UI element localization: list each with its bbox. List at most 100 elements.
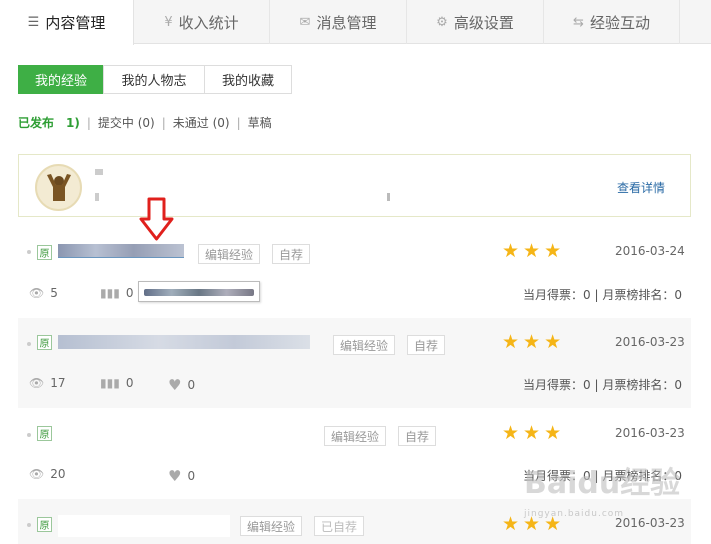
filter-published-count: 1) bbox=[66, 115, 80, 130]
article-title-link[interactable] bbox=[58, 244, 184, 258]
blurred-text bbox=[95, 193, 99, 201]
bar-chart-icon: ▮▮▮ bbox=[100, 286, 120, 300]
star-icon: ★ bbox=[502, 513, 520, 535]
tab-label: 消息管理 bbox=[316, 13, 377, 32]
view-count-value: 17 bbox=[50, 376, 66, 390]
eye-icon: 👁 bbox=[29, 467, 45, 481]
view-count: 👁 20 bbox=[29, 467, 66, 481]
yen-icon: ¥ bbox=[164, 14, 173, 30]
original-badge: 原 bbox=[37, 245, 52, 260]
star-icon: ★ bbox=[544, 331, 562, 353]
mail-icon: ✉ bbox=[299, 14, 311, 30]
list-icon: ☰ bbox=[27, 15, 40, 30]
stat-count: ▮▮▮ 0 bbox=[100, 286, 133, 300]
heart-icon: ♥ bbox=[168, 467, 182, 485]
gear-icon: ⚙ bbox=[436, 14, 448, 30]
self-recommend-button[interactable]: 自荐 bbox=[407, 335, 446, 355]
edit-experience-button[interactable]: 编辑经验 bbox=[198, 244, 261, 264]
rating-stars: ★ ★ ★ bbox=[502, 333, 565, 352]
stat-count: ▮▮▮ 0 bbox=[100, 376, 133, 390]
filter-draft[interactable]: 草稿 bbox=[248, 114, 272, 131]
list-item: 原 编辑经验 自荐 ★ ★ ★ 2016-03-23 👁 17 ▮▮▮ 0 ♥ … bbox=[18, 318, 691, 408]
like-count: ♥ 0 bbox=[168, 376, 195, 394]
down-arrow-icon bbox=[139, 197, 174, 241]
tab-label: 经验互动 bbox=[589, 13, 650, 32]
bar-chart-icon: ▮▮▮ bbox=[100, 376, 120, 390]
view-count-value: 5 bbox=[50, 286, 58, 300]
filter-published[interactable]: 已发布 bbox=[18, 114, 54, 131]
title-tooltip bbox=[138, 281, 260, 302]
publish-date: 2016-03-24 bbox=[615, 244, 685, 258]
star-icon: ★ bbox=[523, 422, 541, 444]
self-recommend-button[interactable]: 自荐 bbox=[398, 426, 437, 446]
top-nav: ☰ 内容管理 ¥ 收入统计 ✉ 消息管理 ⚙ 高级设置 ⇆ 经验互动 bbox=[0, 0, 711, 45]
stat-count-value: 0 bbox=[125, 376, 134, 390]
star-icon: ★ bbox=[502, 331, 520, 353]
original-badge: 原 bbox=[37, 517, 52, 532]
tab-experience-interaction[interactable]: ⇆ 经验互动 bbox=[544, 0, 680, 44]
person-cheer-icon bbox=[46, 173, 71, 201]
baidu-watermark: Baidu经验 jingyan.baidu.com bbox=[524, 469, 680, 529]
heart-icon: ♥ bbox=[168, 376, 182, 394]
filter-rejected[interactable]: 未通过 (0) bbox=[173, 114, 230, 131]
author-card: 查看详情 bbox=[18, 154, 691, 217]
publish-date: 2016-03-23 bbox=[615, 335, 685, 349]
filter-submitting[interactable]: 提交中 (0) bbox=[98, 114, 155, 131]
star-icon: ★ bbox=[523, 331, 541, 353]
tab-content-management[interactable]: ☰ 内容管理 bbox=[0, 0, 134, 45]
tab-advanced-settings[interactable]: ⚙ 高级设置 bbox=[407, 0, 544, 44]
view-count: 👁 5 bbox=[29, 286, 58, 300]
tab-income-stats[interactable]: ¥ 收入统计 bbox=[134, 0, 270, 44]
blurred-name bbox=[95, 169, 103, 175]
subtab-my-favorites[interactable]: 我的收藏 bbox=[204, 65, 292, 94]
bullet bbox=[27, 523, 31, 527]
star-icon: ★ bbox=[523, 240, 541, 262]
subtab-my-experience[interactable]: 我的经验 bbox=[18, 65, 104, 94]
edit-experience-button[interactable]: 编辑经验 bbox=[333, 335, 396, 355]
eye-icon: 👁 bbox=[29, 376, 45, 390]
divider: | bbox=[161, 115, 166, 130]
divider: | bbox=[86, 115, 91, 130]
subtab-my-profile[interactable]: 我的人物志 bbox=[103, 65, 205, 94]
star-icon: ★ bbox=[544, 422, 562, 444]
star-icon: ★ bbox=[502, 422, 520, 444]
eye-icon: 👁 bbox=[29, 286, 45, 300]
edit-experience-button[interactable]: 编辑经验 bbox=[240, 516, 303, 536]
like-count-value: 0 bbox=[187, 469, 196, 483]
view-details-link[interactable]: 查看详情 bbox=[617, 179, 665, 196]
tab-message-management[interactable]: ✉ 消息管理 bbox=[270, 0, 407, 44]
tab-label: 高级设置 bbox=[453, 13, 514, 32]
stat-count-value: 0 bbox=[125, 286, 134, 300]
star-icon: ★ bbox=[544, 240, 562, 262]
article-title-link[interactable] bbox=[58, 515, 230, 537]
watermark-url: jingyan.baidu.com bbox=[524, 509, 625, 519]
like-count-value: 0 bbox=[187, 378, 196, 392]
sub-tabs: 我的经验 我的人物志 我的收藏 bbox=[18, 65, 292, 94]
watermark-logo: Baidu经验 bbox=[524, 466, 681, 501]
view-count-value: 20 bbox=[50, 467, 66, 481]
self-recommend-button[interactable]: 自荐 bbox=[272, 244, 311, 264]
status-filters: 已发布 1) | 提交中 (0) | 未通过 (0) | 草稿 bbox=[18, 114, 272, 131]
blurred-tooltip-text bbox=[144, 289, 254, 296]
original-badge: 原 bbox=[37, 426, 52, 441]
bullet bbox=[27, 250, 31, 254]
bullet bbox=[27, 342, 31, 346]
tab-label: 收入统计 bbox=[178, 13, 239, 32]
blurred-text bbox=[387, 193, 390, 201]
publish-date: 2016-03-23 bbox=[615, 426, 685, 440]
bullet bbox=[27, 433, 31, 437]
view-count: 👁 17 bbox=[29, 376, 66, 390]
star-icon: ★ bbox=[502, 240, 520, 262]
rating-stars: ★ ★ ★ bbox=[502, 242, 565, 261]
list-item: 原 编辑经验 自荐 ★ ★ ★ 2016-03-24 👁 5 ▮▮▮ 0 当月得… bbox=[18, 236, 691, 326]
vote-summary: 当月得票：0 | 月票榜排名：0 bbox=[523, 378, 682, 392]
edit-experience-button[interactable]: 编辑经验 bbox=[324, 426, 387, 446]
rating-stars: ★ ★ ★ bbox=[502, 424, 565, 443]
exchange-icon: ⇆ bbox=[573, 14, 584, 30]
avatar bbox=[35, 164, 82, 211]
original-badge: 原 bbox=[37, 335, 52, 350]
divider: | bbox=[236, 115, 241, 130]
article-title-link[interactable] bbox=[58, 335, 310, 349]
like-count: ♥ 0 bbox=[168, 467, 195, 485]
vote-summary: 当月得票：0 | 月票榜排名：0 bbox=[523, 288, 682, 302]
